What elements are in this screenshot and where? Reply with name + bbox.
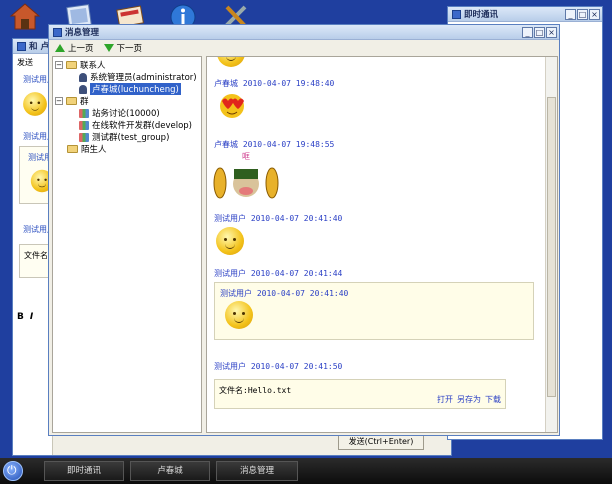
smiley-emoticon xyxy=(217,57,245,67)
taskbar: 即时通讯 卢春城 消息管理 xyxy=(0,458,612,484)
tree-label: 测试群(test_group) xyxy=(92,133,170,143)
svg-text:哐: 哐 xyxy=(242,152,250,161)
open-link[interactable]: 打开 xyxy=(437,394,453,405)
group-icon xyxy=(79,120,89,130)
message-history[interactable]: 卢春城 2010-04-07 19:48:40 卢春城 2010-04-07 1… xyxy=(206,56,558,433)
toolbar: 上一页 下一页 xyxy=(49,40,559,56)
taskbar-item-im[interactable]: 即时通讯 xyxy=(44,461,124,481)
message-header: 测试用户 2010-04-07 20:41:50 xyxy=(214,362,343,371)
taskbar-item-luchun[interactable]: 卢春城 xyxy=(130,461,210,481)
window-title: 即时通讯 xyxy=(464,10,499,20)
group-icon xyxy=(79,108,89,118)
prev-page-label: 上一页 xyxy=(68,44,94,54)
collapse-toggle[interactable]: − xyxy=(55,97,63,105)
tree-node-contacts[interactable]: − 联系人 xyxy=(55,59,106,71)
send-button[interactable]: 发送(Ctrl+Enter) xyxy=(338,434,424,450)
scroll-thumb[interactable] xyxy=(547,97,556,397)
minimize-button[interactable]: _ xyxy=(522,27,533,38)
tree-label: 站务讨论(10000) xyxy=(92,109,160,119)
send-file-label[interactable]: 发送 xyxy=(17,57,33,68)
tree-label: 卢春城(luchuncheng) xyxy=(90,83,181,95)
smiley-emoticon xyxy=(216,227,244,255)
arrow-up-icon xyxy=(55,44,65,52)
user-icon xyxy=(79,84,87,94)
maximize-button[interactable]: □ xyxy=(577,9,588,20)
tree-node-groups[interactable]: − 群 xyxy=(55,95,89,107)
start-button[interactable] xyxy=(3,461,23,481)
vertical-scrollbar[interactable] xyxy=(545,57,557,432)
window-title: 消息管理 xyxy=(65,28,100,38)
home-icon[interactable] xyxy=(8,2,42,30)
bold-button[interactable]: B xyxy=(17,312,24,322)
italic-button[interactable]: I xyxy=(30,312,33,322)
file-attachment: 文件名:Hello.txt 打开 另存为 下载 xyxy=(214,379,506,409)
love-emoticon xyxy=(220,94,244,118)
message-header: 测试用户 2010-04-07 20:41:40 xyxy=(214,214,343,223)
tree-node-admin[interactable]: 系统管理员(administrator) xyxy=(79,71,197,83)
folder-icon xyxy=(67,145,78,153)
next-page-label: 下一页 xyxy=(116,44,143,54)
quoted-message: 测试用户 2010-04-07 20:41:40 xyxy=(214,282,534,340)
tree-node-group-2[interactable]: 在线软件开发群(develop) xyxy=(79,119,192,131)
download-link[interactable]: 下载 xyxy=(485,394,501,405)
window-icon xyxy=(17,41,26,51)
tree-label: 在线软件开发群(develop) xyxy=(92,121,192,131)
window-icon xyxy=(452,9,461,19)
collapse-toggle[interactable]: − xyxy=(55,61,63,69)
tree-node-luchun[interactable]: 卢春城(luchuncheng) xyxy=(79,83,181,95)
message-header: 卢春城 2010-04-07 19:48:55 xyxy=(214,140,335,149)
tree-label: 群 xyxy=(80,97,89,107)
cymbal-emoticon: 哐 xyxy=(213,152,279,199)
taskbar-item-messages[interactable]: 消息管理 xyxy=(216,461,298,481)
close-button[interactable]: × xyxy=(589,9,600,20)
message-header: 测试用户 2010-04-07 20:41:44 xyxy=(214,269,343,278)
quote-header: 测试用户 2010-04-07 20:41:40 xyxy=(220,289,349,298)
title-bar[interactable]: 消息管理 xyxy=(49,25,559,40)
contact-tree: − 联系人 系统管理员(administrator) 卢春城(luchunchen… xyxy=(52,56,202,433)
minimize-button[interactable]: _ xyxy=(565,9,576,20)
tree-label: 陌生人 xyxy=(81,145,107,155)
next-page-button[interactable]: 下一页 xyxy=(103,42,143,54)
group-icon xyxy=(79,132,89,142)
tree-node-group-3[interactable]: 测试群(test_group) xyxy=(79,131,169,143)
message-manager-window: 消息管理 _ □ × 上一页 下一页 − 联系人 系统管理员(administra… xyxy=(48,24,560,436)
back-chat-area: 发送 测试用户 测试用户 测试用户 测试用户 文件名 B I xyxy=(13,54,60,455)
arrow-down-icon xyxy=(103,44,114,52)
message-header: 卢春城 2010-04-07 19:48:40 xyxy=(214,79,335,88)
smiley-emoticon xyxy=(23,92,47,116)
file-label: 文件名 xyxy=(24,251,48,260)
smiley-emoticon xyxy=(225,301,253,329)
tree-label: 联系人 xyxy=(80,61,106,71)
window-icon xyxy=(53,27,62,37)
close-button[interactable]: × xyxy=(546,27,557,38)
save-as-link[interactable]: 另存为 xyxy=(457,394,481,405)
folder-icon xyxy=(66,97,77,105)
maximize-button[interactable]: □ xyxy=(534,27,545,38)
tree-label: 系统管理员(administrator) xyxy=(90,73,197,83)
user-icon xyxy=(79,72,87,82)
tree-node-group-1[interactable]: 站务讨论(10000) xyxy=(79,107,160,119)
prev-page-button[interactable]: 上一页 xyxy=(55,42,94,54)
file-name: 文件名:Hello.txt xyxy=(219,386,292,395)
folder-icon xyxy=(66,61,77,69)
tree-node-strangers[interactable]: 陌生人 xyxy=(67,143,107,155)
